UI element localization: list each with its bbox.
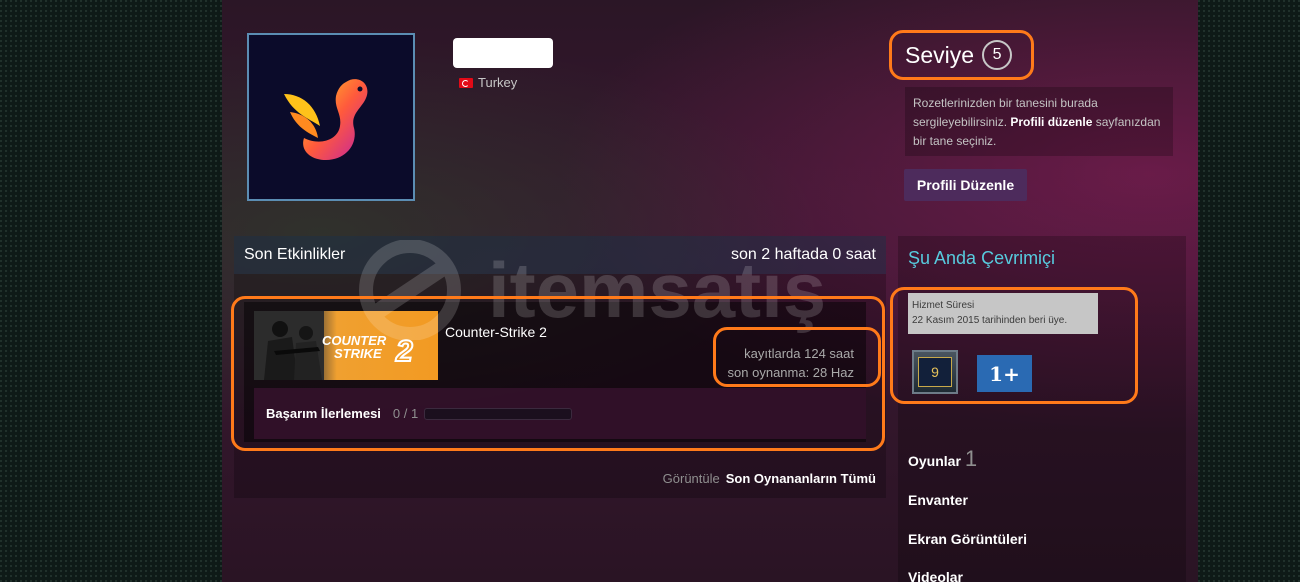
badge-showcase-note: Rozetlerinizden bir tanesini burada serg…: [905, 87, 1173, 156]
edit-profile-link[interactable]: Profili düzenle: [1010, 115, 1092, 129]
years-of-service-badge[interactable]: 9: [912, 350, 958, 394]
game-title[interactable]: Counter-Strike 2: [445, 324, 547, 340]
turkey-flag-icon: [459, 77, 473, 88]
view-prefix: Görüntüle: [662, 471, 720, 486]
achievement-count: 0 / 1: [392, 406, 419, 421]
tooltip-title: Hizmet Süresi: [912, 300, 975, 311]
level-badge[interactable]: 5: [982, 40, 1013, 70]
games-count: 1: [964, 446, 978, 471]
games-link[interactable]: Oyunlar 1: [908, 446, 977, 472]
profile-page: Turkey Seviye 5 Rozetlerinizden bir tane…: [222, 0, 1198, 582]
background-pattern-right: [1198, 0, 1300, 582]
game-thumbnail[interactable]: COUNTER STRIKE 2: [254, 311, 438, 380]
recent-activity-summary: son 2 haftada 0 saat: [731, 246, 876, 263]
swan-logo-icon: [284, 79, 368, 160]
view-all-recent: Görüntüle Son Oynananların Tümü: [663, 471, 876, 486]
recent-activity-panel: Son Etkinlikler son 2 haftada 0 saat COU…: [234, 236, 886, 498]
achievement-label: Başarım İlerlemesi: [266, 406, 381, 421]
hours-on-record: kayıtlarda 124 saat: [744, 346, 854, 361]
recent-activity-header: Son Etkinlikler son 2 haftada 0 saat: [234, 236, 886, 274]
profile-sidebar: Şu Anda Çevrimiçi Hizmet Süresi 22 Kasım…: [898, 236, 1186, 582]
recent-game-item: COUNTER STRIKE 2 Counter-Strike 2 kayıtl…: [244, 302, 866, 442]
inventory-link[interactable]: Envanter: [908, 492, 968, 508]
country-label: Turkey: [478, 75, 518, 90]
online-status: Şu Anda Çevrimiçi: [908, 248, 1056, 268]
achievement-progress-row[interactable]: Başarım İlerlemesi 0 / 1: [254, 388, 866, 439]
tooltip-text: 22 Kasım 2015 tarihinden beri üye.: [912, 315, 1068, 326]
level-label: Seviye: [905, 41, 975, 68]
years-badge-number: 9: [918, 357, 952, 387]
cs2-artwork-icon: COUNTER STRIKE 2: [254, 311, 414, 380]
avatar[interactable]: [247, 33, 415, 201]
game-hours: kayıtlarda 124 saat son oynanma: 28 Haz: [728, 344, 854, 382]
plus-badge-text: 1+: [989, 361, 1020, 386]
level-display: Seviye 5: [905, 40, 1013, 70]
screenshots-link[interactable]: Ekran Görüntüleri: [908, 531, 1027, 547]
thumb-text-2: STRIKE: [334, 346, 382, 361]
last-played: son oynanma: 28 Haz: [727, 365, 854, 380]
game-collector-badge[interactable]: 1+: [977, 355, 1032, 392]
edit-profile-button[interactable]: Profili Düzenle: [904, 169, 1027, 201]
achievement-progress-bar: [424, 407, 573, 420]
all-recent-link[interactable]: Son Oynananların Tümü: [726, 471, 876, 486]
service-years-tooltip: Hizmet Süresi 22 Kasım 2015 tarihinden b…: [908, 293, 1098, 334]
thumb-text-3: 2: [395, 335, 413, 368]
background-pattern-left: [0, 0, 222, 582]
country-location: Turkey: [459, 75, 517, 90]
recent-activity-title[interactable]: Son Etkinlikler: [244, 246, 345, 264]
videos-link[interactable]: Videolar: [908, 569, 963, 582]
profile-name-redacted: [453, 38, 553, 68]
games-label: Oyunlar: [908, 453, 961, 469]
